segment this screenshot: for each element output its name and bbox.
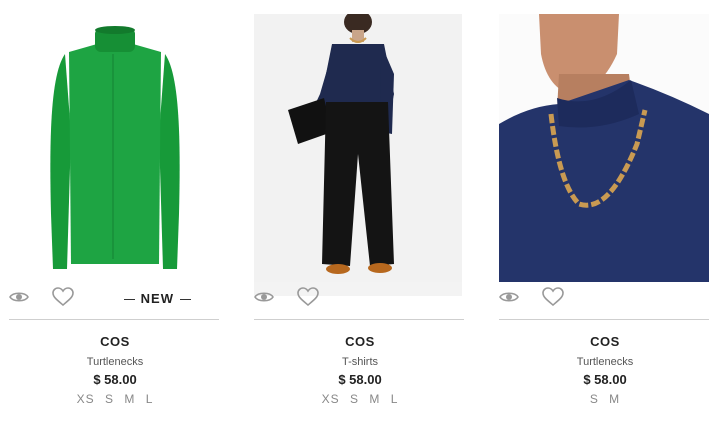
product-info: COS Turtlenecks $ 58.00 S M — [499, 333, 711, 406]
divider — [9, 319, 219, 320]
navy-top-model-icon — [254, 14, 462, 282]
product-card[interactable]: COS T-shirts $ 58.00 XS S M L — [254, 0, 466, 406]
size-option[interactable]: L — [146, 392, 154, 406]
product-price: $ 58.00 — [338, 372, 382, 387]
product-card[interactable]: NEW COS Turtlenecks $ 58.00 XS S M L — [9, 0, 221, 406]
size-list: XS S M L — [254, 392, 466, 406]
green-turtleneck-icon — [50, 26, 180, 269]
product-info: COS T-shirts $ 58.00 XS S M L — [254, 333, 466, 406]
size-list: S M — [499, 392, 711, 406]
size-option[interactable]: S — [350, 392, 359, 406]
wishlist-heart-icon[interactable] — [542, 287, 564, 309]
size-option[interactable]: M — [369, 392, 380, 406]
size-option[interactable]: S — [590, 392, 599, 406]
product-brand[interactable]: COS — [254, 333, 466, 351]
product-price: $ 58.00 — [583, 372, 627, 387]
size-list: XS S M L — [9, 392, 221, 406]
wishlist-heart-icon[interactable] — [297, 287, 319, 309]
product-category: Turtlenecks — [576, 356, 634, 368]
product-brand[interactable]: COS — [9, 333, 221, 351]
product-grid: NEW COS Turtlenecks $ 58.00 XS S M L COS… — [0, 0, 724, 442]
quick-view-eye-icon[interactable] — [9, 287, 31, 309]
product-actions: NEW — [9, 287, 221, 311]
product-price: $ 58.00 — [93, 372, 137, 387]
product-category: Turtlenecks — [86, 356, 144, 368]
size-option[interactable]: M — [609, 392, 620, 406]
wishlist-heart-icon[interactable] — [52, 287, 74, 309]
quick-view-eye-icon[interactable] — [254, 287, 276, 309]
navy-turtleneck-closeup-icon — [499, 14, 709, 282]
product-card[interactable]: COS Turtlenecks $ 58.00 S M — [499, 0, 711, 406]
product-image[interactable] — [254, 14, 462, 296]
divider — [499, 319, 709, 320]
product-category: T-shirts — [341, 356, 379, 368]
product-actions — [499, 287, 711, 311]
quick-view-eye-icon[interactable] — [499, 287, 521, 309]
size-option[interactable]: L — [391, 392, 399, 406]
new-badge: NEW — [118, 291, 197, 306]
size-option[interactable]: S — [105, 392, 114, 406]
product-image[interactable] — [499, 14, 709, 282]
product-actions — [254, 287, 466, 311]
size-option[interactable]: XS — [77, 392, 95, 406]
size-option[interactable]: XS — [322, 392, 340, 406]
product-brand[interactable]: COS — [499, 333, 711, 351]
product-image[interactable] — [9, 14, 221, 296]
size-option[interactable]: M — [124, 392, 135, 406]
product-info: COS Turtlenecks $ 58.00 XS S M L — [9, 333, 221, 406]
divider — [254, 319, 464, 320]
